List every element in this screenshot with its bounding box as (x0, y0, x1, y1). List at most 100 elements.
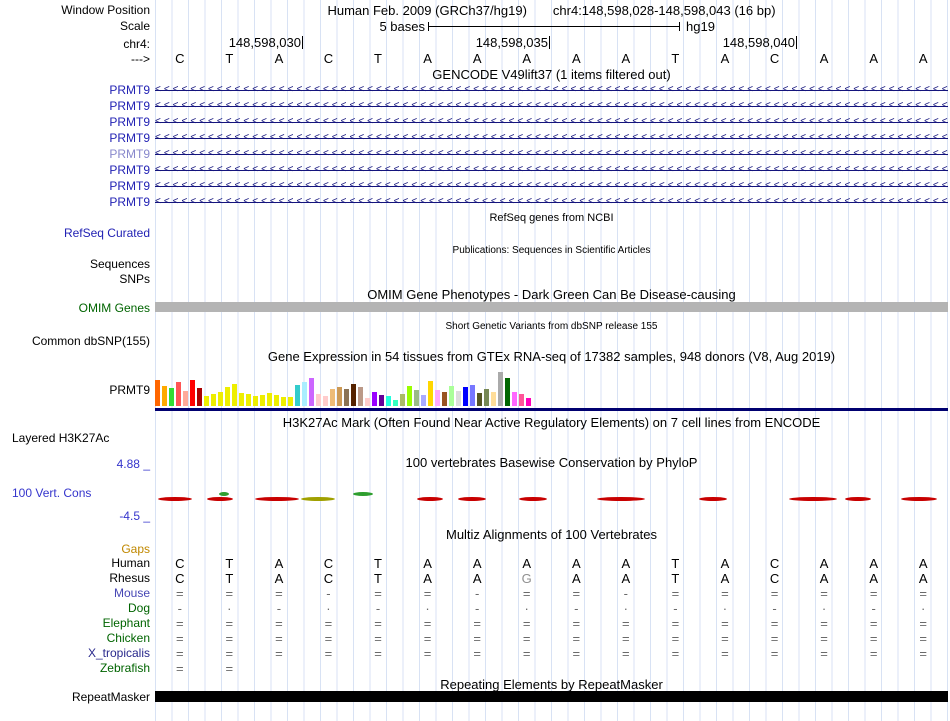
snps-label[interactable]: SNPs (0, 272, 150, 286)
gaps-label[interactable]: Gaps (0, 542, 150, 556)
conservation-mark[interactable] (699, 497, 727, 501)
gtex-tissue-bar[interactable] (498, 372, 503, 406)
gtex-tissue-bar[interactable] (302, 382, 307, 406)
conservation-mark[interactable] (207, 497, 233, 501)
gencode-transcript-label[interactable]: PRMT9 (0, 130, 150, 146)
conservation-mark[interactable] (417, 497, 443, 501)
gtex-gene-label[interactable]: PRMT9 (0, 383, 150, 397)
gtex-expression-chart[interactable] (155, 368, 948, 406)
conservation-mark[interactable] (158, 497, 192, 501)
species-label-elephant[interactable]: Elephant (0, 616, 150, 631)
gtex-tissue-bar[interactable] (365, 398, 370, 406)
gencode-transcript-line[interactable]: <<<<<<<<<<<<<<<<<<<<<<<<<<<<<<<<<<<<<<<<… (155, 162, 948, 178)
gtex-tissue-bar[interactable] (470, 385, 475, 406)
ruler-tick[interactable]: 148,598,035 (370, 36, 550, 49)
species-label-x_tropicalis[interactable]: X_tropicalis (0, 646, 150, 661)
common-dbsnp-label[interactable]: Common dbSNP(155) (0, 334, 150, 348)
gtex-tissue-bar[interactable] (519, 394, 524, 406)
gtex-tissue-bar[interactable] (162, 386, 167, 406)
gtex-tissue-bar[interactable] (288, 397, 293, 406)
gtex-tissue-bar[interactable] (218, 392, 223, 406)
omim-gene-bar[interactable] (155, 302, 948, 312)
conservation-mark[interactable] (458, 497, 486, 501)
conservation-mark[interactable] (301, 497, 335, 501)
species-label-human[interactable]: Human (0, 556, 150, 571)
gtex-tissue-bar[interactable] (267, 393, 272, 406)
gtex-tissue-bar[interactable] (484, 389, 489, 406)
repeatmasker-bar[interactable] (155, 691, 948, 702)
gencode-transcript-label[interactable]: PRMT9 (0, 162, 150, 178)
gtex-tissue-bar[interactable] (372, 392, 377, 406)
gtex-tissue-bar[interactable] (330, 389, 335, 406)
gtex-tissue-bar[interactable] (449, 386, 454, 406)
species-label-chicken[interactable]: Chicken (0, 631, 150, 646)
conservation-mark[interactable] (219, 492, 229, 496)
gtex-tissue-bar[interactable] (463, 387, 468, 406)
gtex-tissue-bar[interactable] (183, 391, 188, 406)
conservation-track-label[interactable]: 100 Vert. Cons (12, 486, 152, 500)
gtex-tissue-bar[interactable] (337, 387, 342, 406)
gencode-transcript-label[interactable]: PRMT9 (0, 114, 150, 130)
gtex-tissue-bar[interactable] (512, 392, 517, 406)
gencode-transcript-label[interactable]: PRMT9 (0, 82, 150, 98)
gtex-tissue-bar[interactable] (190, 380, 195, 406)
species-label-mouse[interactable]: Mouse (0, 586, 150, 601)
gtex-tissue-bar[interactable] (379, 395, 384, 406)
gtex-tissue-bar[interactable] (407, 386, 412, 406)
gtex-tissue-bar[interactable] (393, 400, 398, 406)
gtex-tissue-bar[interactable] (274, 395, 279, 406)
refseq-curated-label[interactable]: RefSeq Curated (0, 226, 150, 240)
gencode-transcript-line[interactable]: <<<<<<<<<<<<<<<<<<<<<<<<<<<<<<<<<<<<<<<<… (155, 114, 948, 130)
gencode-transcript-line[interactable]: <<<<<<<<<<<<<<<<<<<<<<<<<<<<<<<<<<<<<<<<… (155, 146, 948, 162)
gtex-tissue-bar[interactable] (211, 394, 216, 406)
gtex-tissue-bar[interactable] (505, 378, 510, 406)
gtex-tissue-bar[interactable] (316, 394, 321, 406)
species-label-zebrafish[interactable]: Zebrafish (0, 661, 150, 676)
sequences-label[interactable]: Sequences (0, 257, 150, 271)
gencode-transcript-line[interactable]: <<<<<<<<<<<<<<<<<<<<<<<<<<<<<<<<<<<<<<<<… (155, 98, 948, 114)
gtex-tissue-bar[interactable] (281, 397, 286, 406)
species-label-dog[interactable]: Dog (0, 601, 150, 616)
gencode-transcript-line[interactable]: <<<<<<<<<<<<<<<<<<<<<<<<<<<<<<<<<<<<<<<<… (155, 82, 948, 98)
gtex-tissue-bar[interactable] (225, 387, 230, 406)
species-label-rhesus[interactable]: Rhesus (0, 571, 150, 586)
gencode-transcript-line[interactable]: <<<<<<<<<<<<<<<<<<<<<<<<<<<<<<<<<<<<<<<<… (155, 130, 948, 146)
gtex-tissue-bar[interactable] (246, 394, 251, 406)
gencode-transcript-line[interactable]: <<<<<<<<<<<<<<<<<<<<<<<<<<<<<<<<<<<<<<<<… (155, 194, 948, 210)
ruler-tick[interactable]: 148,598,040 (617, 36, 797, 49)
gtex-tissue-bar[interactable] (239, 393, 244, 406)
gtex-tissue-bar[interactable] (414, 390, 419, 406)
gtex-tissue-bar[interactable] (428, 381, 433, 406)
gtex-tissue-bar[interactable] (176, 382, 181, 406)
ruler-tick[interactable]: 148,598,030 (123, 36, 303, 49)
conservation-mark[interactable] (789, 497, 837, 501)
layered-h3k27ac-label[interactable]: Layered H3K27Ac (12, 431, 152, 445)
gtex-tissue-bar[interactable] (351, 384, 356, 406)
gencode-transcript-label[interactable]: PRMT9 (0, 146, 150, 162)
gtex-tissue-bar[interactable] (442, 392, 447, 406)
gtex-tissue-bar[interactable] (526, 398, 531, 406)
conservation-mark[interactable] (353, 492, 373, 496)
gtex-tissue-bar[interactable] (421, 395, 426, 406)
conservation-mark[interactable] (845, 497, 871, 501)
gtex-tissue-bar[interactable] (155, 380, 160, 406)
gtex-tissue-bar[interactable] (400, 394, 405, 406)
conservation-mark[interactable] (597, 497, 645, 501)
gtex-tissue-bar[interactable] (260, 395, 265, 406)
gtex-tissue-bar[interactable] (323, 396, 328, 406)
gtex-tissue-bar[interactable] (491, 392, 496, 406)
gencode-transcript-label[interactable]: PRMT9 (0, 178, 150, 194)
gencode-transcript-label[interactable]: PRMT9 (0, 98, 150, 114)
repeatmasker-label[interactable]: RepeatMasker (0, 690, 150, 704)
gtex-tissue-bar[interactable] (386, 396, 391, 406)
conservation-mark[interactable] (255, 497, 299, 501)
gtex-tissue-bar[interactable] (253, 396, 258, 406)
gtex-tissue-bar[interactable] (204, 396, 209, 406)
gencode-transcript-line[interactable]: <<<<<<<<<<<<<<<<<<<<<<<<<<<<<<<<<<<<<<<<… (155, 178, 948, 194)
gtex-tissue-bar[interactable] (344, 389, 349, 406)
gtex-tissue-bar[interactable] (295, 385, 300, 406)
conservation-mark[interactable] (519, 497, 547, 501)
gtex-tissue-bar[interactable] (169, 388, 174, 406)
omim-genes-label[interactable]: OMIM Genes (0, 301, 150, 315)
gtex-tissue-bar[interactable] (232, 384, 237, 406)
